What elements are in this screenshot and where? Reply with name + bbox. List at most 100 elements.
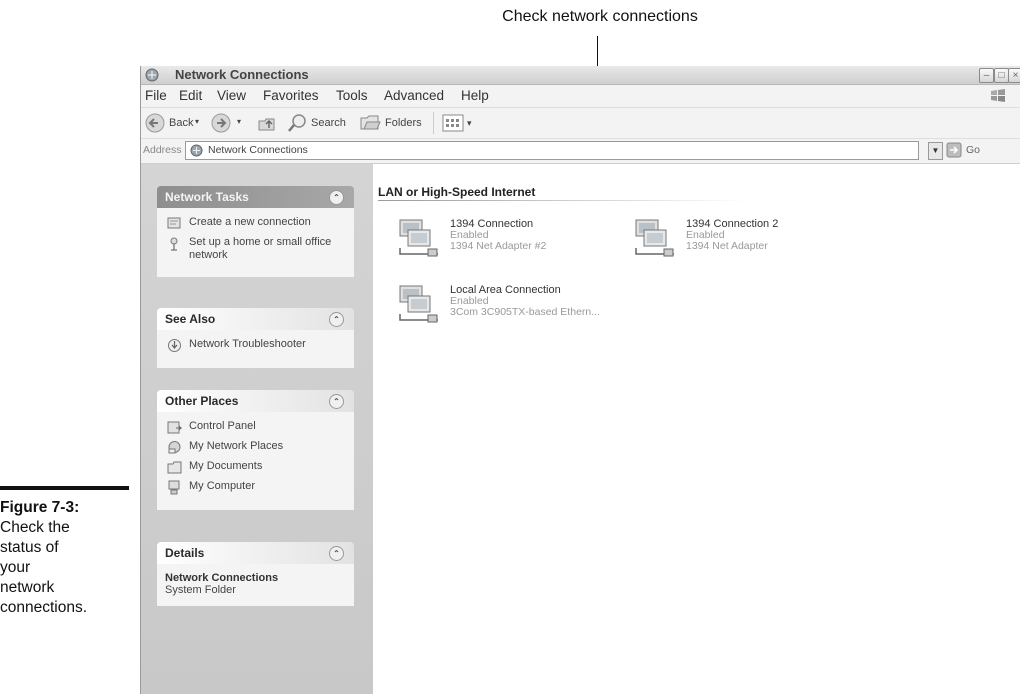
my-network-places-label: My Network Places bbox=[189, 440, 284, 452]
close-button[interactable]: × bbox=[1008, 68, 1020, 83]
my-documents-label: My Documents bbox=[189, 460, 263, 472]
network-folder-icon bbox=[145, 68, 159, 82]
connection-item[interactable]: 1394 Connection Enabled 1394 Net Adapter… bbox=[396, 218, 616, 262]
see-also-panel: See Also ⌃ Network Troubleshooter bbox=[157, 308, 354, 368]
forward-arrow-icon bbox=[211, 113, 231, 133]
back-label: Back bbox=[169, 117, 194, 129]
control-panel-link[interactable]: Control Panel bbox=[165, 420, 346, 435]
go-label: Go bbox=[966, 144, 981, 156]
menu-help[interactable]: Help bbox=[461, 88, 489, 103]
address-label: Address bbox=[143, 144, 182, 156]
chevron-down-icon: ▾ bbox=[195, 117, 200, 126]
address-value: Network Connections bbox=[208, 144, 308, 156]
network-tasks-header[interactable]: Network Tasks ⌃ bbox=[157, 186, 354, 208]
address-input[interactable]: Network Connections bbox=[185, 141, 919, 160]
connection-device: 1394 Net Adapter bbox=[686, 240, 768, 252]
search-button[interactable]: Search bbox=[287, 112, 349, 134]
views-button[interactable]: ▾ bbox=[433, 112, 480, 134]
caption-line: your bbox=[0, 559, 31, 576]
minimize-button[interactable]: – bbox=[979, 68, 994, 83]
task-pane: Network Tasks ⌃ Create a new connection … bbox=[141, 164, 373, 694]
details-header[interactable]: Details ⌃ bbox=[157, 542, 354, 564]
documents-folder-icon bbox=[167, 461, 182, 474]
connection-device: 3Com 3C905TX-based Ethern... bbox=[450, 306, 600, 318]
network-troubleshooter-link[interactable]: Network Troubleshooter bbox=[165, 338, 346, 353]
connection-item[interactable]: Local Area Connection Enabled 3Com 3C905… bbox=[396, 284, 616, 328]
setup-home-network-link[interactable]: Set up a home or small office network bbox=[165, 236, 346, 262]
up-folder-icon bbox=[258, 118, 275, 131]
see-also-header[interactable]: See Also ⌃ bbox=[157, 308, 354, 330]
see-also-title: See Also bbox=[165, 312, 216, 326]
folders-icon bbox=[360, 115, 381, 130]
forward-button[interactable]: ▾ bbox=[211, 112, 249, 134]
caption-line: status of bbox=[0, 539, 59, 556]
other-places-body: Control Panel My Network Places My Docum… bbox=[157, 412, 354, 510]
details-panel: Details ⌃ Network Connections System Fol… bbox=[157, 542, 354, 606]
my-computer-link[interactable]: My Computer bbox=[165, 480, 346, 495]
chevron-down-icon: ▾ bbox=[237, 117, 242, 126]
network-tasks-body: Create a new connection Set up a home or… bbox=[157, 208, 354, 277]
back-arrow-icon bbox=[145, 113, 165, 133]
my-network-places-link[interactable]: My Network Places bbox=[165, 440, 346, 455]
my-documents-link[interactable]: My Documents bbox=[165, 460, 346, 475]
caption-rule bbox=[0, 486, 129, 490]
chevron-up-icon[interactable]: ⌃ bbox=[329, 546, 344, 561]
caption-line: connections. bbox=[0, 599, 88, 616]
toolbar: Back ▾ ▾ Search Folders ▾ bbox=[141, 108, 1020, 139]
other-places-panel: Other Places ⌃ Control Panel My Network … bbox=[157, 390, 354, 510]
other-places-header[interactable]: Other Places ⌃ bbox=[157, 390, 354, 412]
chevron-up-icon[interactable]: ⌃ bbox=[329, 312, 344, 327]
menu-bar: File Edit View Favorites Tools Advanced … bbox=[141, 85, 1020, 108]
chevron-down-icon: ▾ bbox=[467, 118, 472, 128]
create-connection-link[interactable]: Create a new connection bbox=[165, 216, 346, 231]
connections-list: LAN or High-Speed Internet 1394 Connecti… bbox=[374, 164, 1020, 694]
details-type: System Folder bbox=[165, 584, 236, 596]
my-computer-label: My Computer bbox=[189, 480, 256, 492]
chevron-up-icon[interactable]: ⌃ bbox=[329, 394, 344, 409]
network-tasks-title: Network Tasks bbox=[165, 190, 249, 204]
connection-device: 1394 Net Adapter #2 bbox=[450, 240, 547, 252]
see-also-body: Network Troubleshooter bbox=[157, 330, 354, 368]
details-name: Network Connections bbox=[165, 572, 279, 584]
menu-edit[interactable]: Edit bbox=[179, 88, 202, 103]
caption-line: Check the bbox=[0, 519, 70, 536]
title-bar[interactable]: Network Connections – □ × bbox=[141, 66, 1020, 85]
folders-button[interactable]: Folders bbox=[359, 112, 425, 134]
menu-file[interactable]: File bbox=[145, 88, 167, 103]
go-button[interactable]: Go bbox=[946, 142, 992, 160]
network-connections-window: Network Connections – □ × File Edit View… bbox=[140, 66, 1020, 694]
up-folder-button[interactable] bbox=[257, 112, 279, 134]
folders-label: Folders bbox=[385, 117, 422, 129]
network-troubleshooter-label: Network Troubleshooter bbox=[189, 338, 306, 350]
create-connection-label: Create a new connection bbox=[189, 216, 311, 228]
menu-tools[interactable]: Tools bbox=[336, 88, 368, 103]
address-dropdown-button[interactable]: ▼ bbox=[928, 142, 943, 160]
network-connection-icon bbox=[399, 219, 438, 257]
maximize-button[interactable]: □ bbox=[994, 68, 1009, 83]
control-panel-label: Control Panel bbox=[189, 420, 256, 432]
troubleshooter-icon bbox=[168, 339, 181, 352]
details-body: Network Connections System Folder bbox=[157, 564, 354, 606]
views-icon bbox=[442, 114, 464, 132]
menu-favorites[interactable]: Favorites bbox=[263, 88, 319, 103]
menu-advanced[interactable]: Advanced bbox=[384, 88, 444, 103]
home-network-icon bbox=[170, 237, 178, 251]
search-icon bbox=[288, 114, 306, 132]
network-places-icon bbox=[168, 441, 181, 454]
network-connection-icon bbox=[635, 219, 674, 257]
new-connection-icon bbox=[167, 217, 181, 229]
menu-view[interactable]: View bbox=[217, 88, 246, 103]
other-places-title: Other Places bbox=[165, 394, 239, 408]
figure-caption: Figure 7-3: Check the status of your net… bbox=[0, 498, 140, 618]
group-divider bbox=[378, 200, 748, 201]
go-arrow-icon bbox=[946, 142, 962, 158]
windows-logo-icon bbox=[991, 89, 1005, 102]
window-title: Network Connections bbox=[175, 67, 309, 82]
back-button[interactable]: Back ▾ bbox=[145, 112, 207, 134]
network-folder-icon bbox=[190, 144, 203, 157]
connection-item[interactable]: 1394 Connection 2 Enabled 1394 Net Adapt… bbox=[632, 218, 852, 262]
chevron-up-icon[interactable]: ⌃ bbox=[329, 190, 344, 205]
network-tasks-panel: Network Tasks ⌃ Create a new connection … bbox=[157, 186, 354, 277]
control-panel-icon bbox=[167, 421, 182, 434]
setup-home-network-label: Set up a home or small office network bbox=[189, 236, 332, 261]
